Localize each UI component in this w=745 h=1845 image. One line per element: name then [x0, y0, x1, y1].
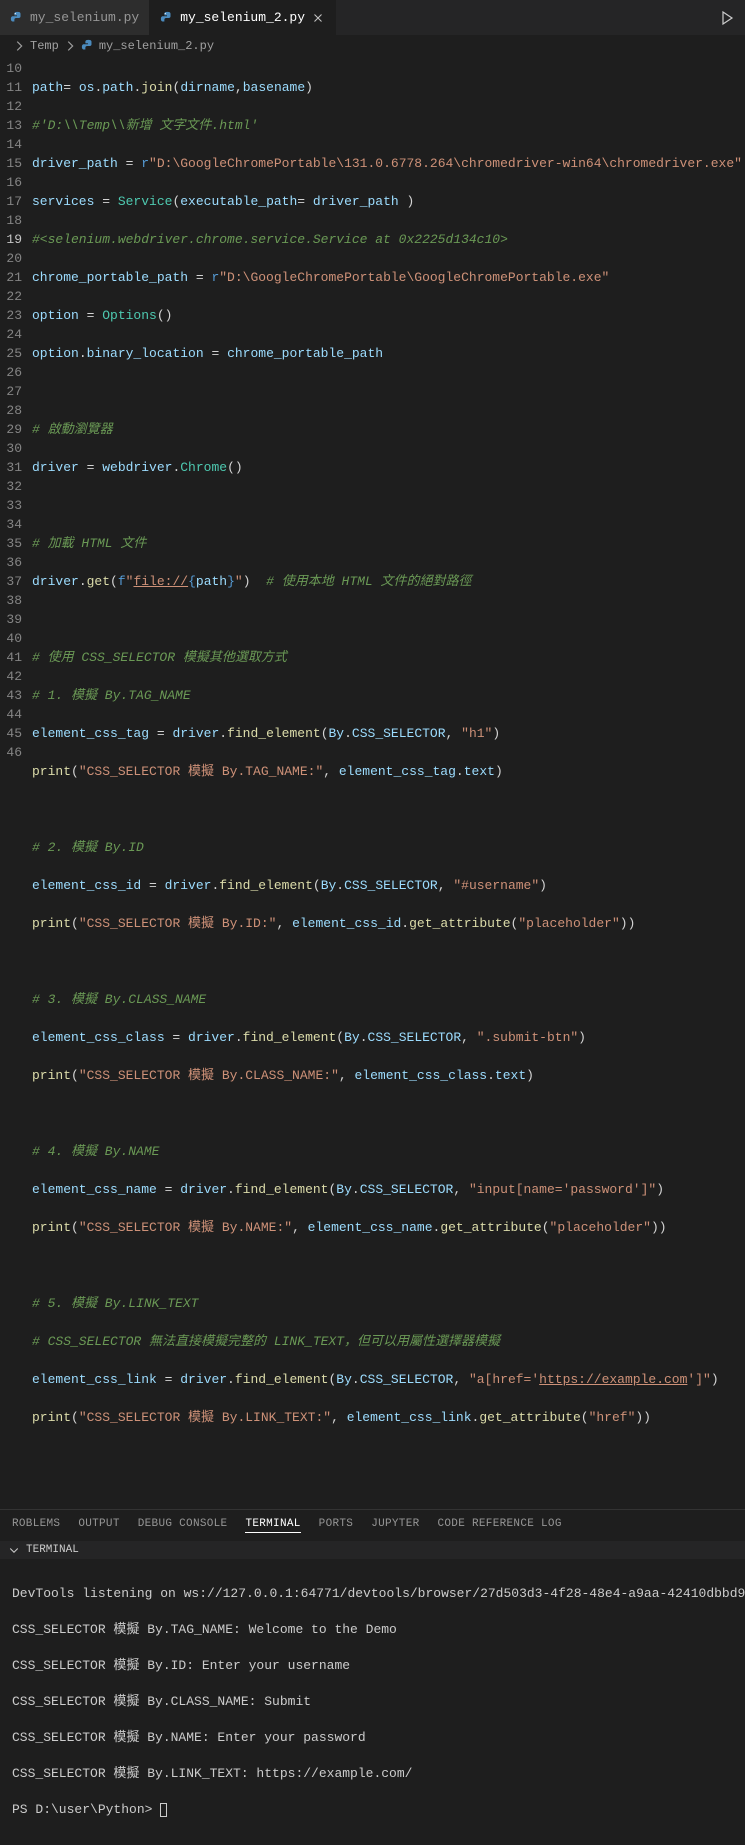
breadcrumb[interactable]: Temp my_selenium_2.py — [0, 35, 745, 57]
python-file-icon — [10, 11, 24, 25]
python-file-icon — [81, 39, 95, 53]
editor-tabs: my_selenium.py my_selenium_2.py — [0, 0, 745, 35]
chevron-right-icon — [12, 39, 26, 53]
panel-tab-terminal[interactable]: TERMINAL — [245, 1518, 300, 1533]
terminal-line: CSS_SELECTOR 模擬 By.LINK_TEXT: https://ex… — [12, 1765, 733, 1783]
breadcrumb-file[interactable]: my_selenium_2.py — [99, 39, 214, 53]
terminal-line: DevTools listening on ws://127.0.0.1:647… — [12, 1585, 733, 1603]
close-icon[interactable] — [311, 11, 325, 25]
code-area[interactable]: path= os.path.join(dirname,basename) #'D… — [32, 59, 745, 1503]
panel-tab-jupyter[interactable]: JUPYTER — [371, 1518, 419, 1533]
tab-my-selenium[interactable]: my_selenium.py — [0, 0, 150, 35]
terminal-line: CSS_SELECTOR 模擬 By.CLASS_NAME: Submit — [12, 1693, 733, 1711]
panel-tab-problems[interactable]: ROBLEMS — [12, 1518, 60, 1533]
terminal-line: CSS_SELECTOR 模擬 By.NAME: Enter your pass… — [12, 1729, 733, 1747]
terminal-output[interactable]: DevTools listening on ws://127.0.0.1:647… — [0, 1559, 745, 1845]
run-button[interactable] — [709, 0, 745, 35]
line-gutter: 1011121314151617181920212223242526272829… — [0, 59, 32, 1503]
terminal-line: CSS_SELECTOR 模擬 By.TAG_NAME: Welcome to … — [12, 1621, 733, 1639]
panel-tab-ports[interactable]: PORTS — [319, 1518, 354, 1533]
terminal-section-header[interactable]: TERMINAL — [0, 1541, 745, 1559]
tab-label: my_selenium_2.py — [180, 10, 305, 25]
chevron-right-icon — [63, 39, 77, 53]
terminal-prompt: PS D:\user\Python> — [12, 1802, 160, 1817]
play-icon — [719, 10, 735, 26]
terminal-cursor — [160, 1803, 167, 1817]
python-file-icon — [160, 11, 174, 25]
tab-my-selenium-2[interactable]: my_selenium_2.py — [150, 0, 336, 35]
code-editor[interactable]: 1011121314151617181920212223242526272829… — [0, 57, 745, 1503]
panel-tab-output[interactable]: OUTPUT — [78, 1518, 119, 1533]
panel-tab-debug-console[interactable]: DEBUG CONSOLE — [138, 1518, 228, 1533]
breadcrumb-folder[interactable]: Temp — [30, 39, 59, 53]
chevron-down-icon — [8, 1544, 20, 1556]
terminal-line: CSS_SELECTOR 模擬 By.ID: Enter your userna… — [12, 1657, 733, 1675]
panel-tabs: ROBLEMS OUTPUT DEBUG CONSOLE TERMINAL PO… — [0, 1509, 745, 1541]
panel-tab-code-reference-log[interactable]: CODE REFERENCE LOG — [438, 1518, 562, 1533]
terminal-header-label: TERMINAL — [26, 1544, 79, 1556]
tab-label: my_selenium.py — [30, 10, 139, 25]
